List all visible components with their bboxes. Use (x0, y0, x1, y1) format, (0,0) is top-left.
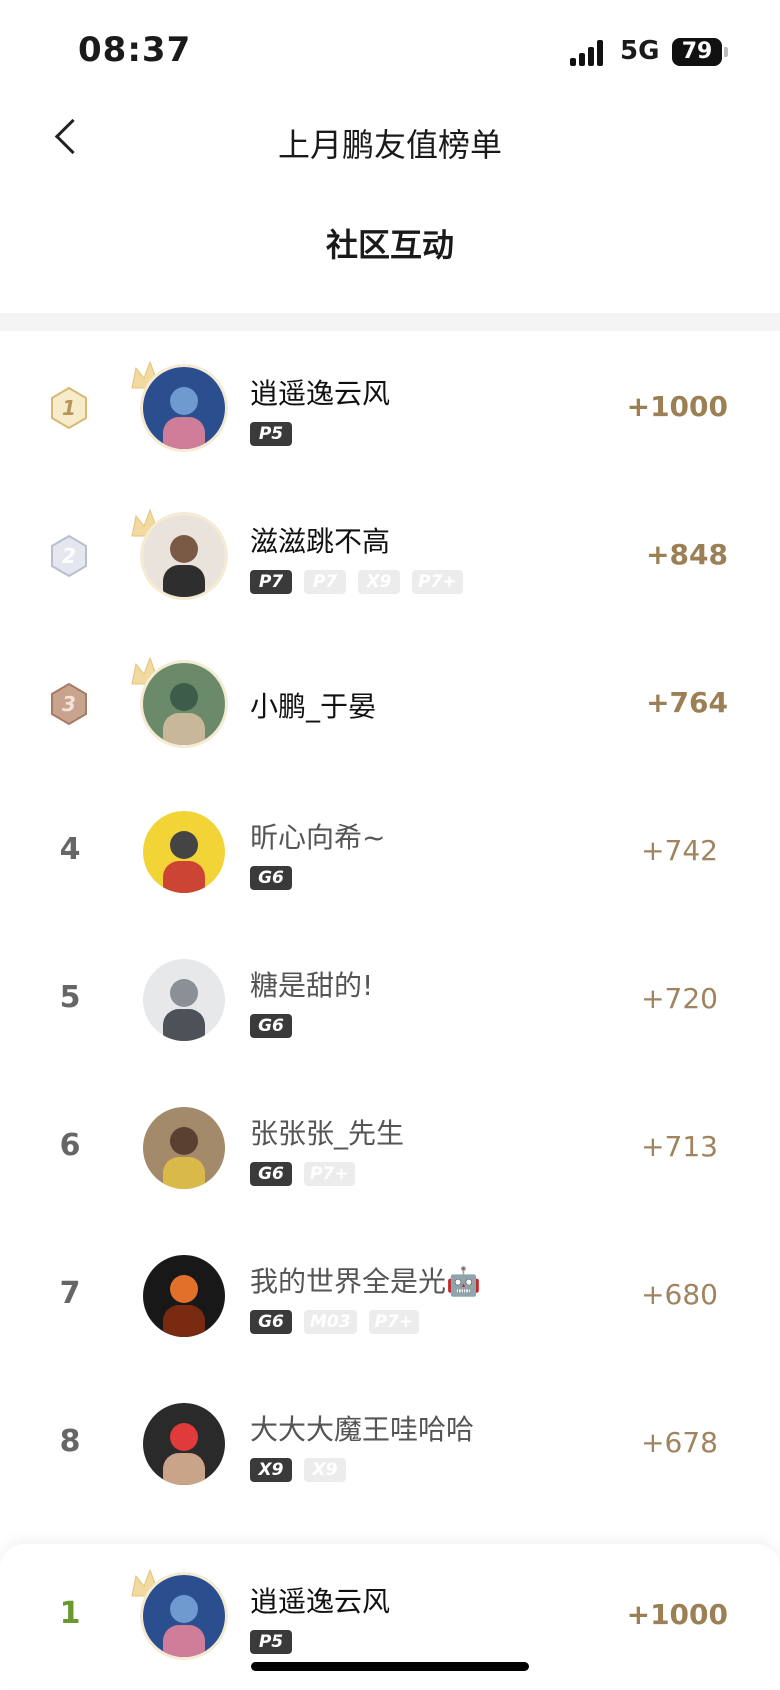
score-value: +713 (641, 1130, 718, 1163)
car-model-tag: P7 (304, 570, 346, 594)
rank-row[interactable]: 7 我的世界全是光🤖 G6 M03 P7+ +680 (0, 1222, 780, 1370)
car-model-tag: X9 (304, 1458, 346, 1482)
avatar[interactable] (143, 811, 225, 893)
user-name[interactable]: 小鹏_于晏 (250, 685, 376, 725)
rank-number: 4 (59, 832, 81, 867)
rank-number: 3 (62, 692, 76, 716)
car-model-tag: G6 (250, 1310, 292, 1334)
rank-number: 2 (62, 544, 76, 568)
page-title: 上月鹏友值榜单 (277, 126, 502, 164)
rank-row[interactable]: 3 小鹏_于晏 +764 (0, 630, 780, 778)
car-model-tag: P7 (250, 570, 292, 594)
avatar[interactable] (143, 367, 225, 449)
rank-medal-icon: 1 (50, 386, 88, 430)
user-name[interactable]: 大大大魔王哇哈哈 (250, 1408, 474, 1448)
network-type: 5G (620, 36, 660, 66)
rank-medal-icon: 3 (50, 682, 88, 726)
car-model-tags: P7 P7 X9 P7+ (250, 570, 475, 596)
rank-row[interactable]: 8 大大大魔王哇哈哈 X9 X9 +678 (0, 1370, 780, 1518)
car-model-tag: P5 (250, 422, 292, 446)
avatar[interactable] (143, 663, 225, 745)
car-model-tag: G6 (250, 1014, 292, 1038)
rank-row[interactable]: 5 糖是甜的! G6 +720 (0, 926, 780, 1074)
car-model-tag: X9 (358, 570, 400, 594)
rank-medal-icon: 2 (50, 534, 88, 578)
user-name[interactable]: 昕心向希~ (250, 816, 385, 856)
score-value: +680 (641, 1278, 718, 1311)
status-bar: 08:37 5G 79 (0, 0, 780, 100)
rank-number: 1 (62, 396, 76, 420)
car-model-tags: X9 X9 (250, 1458, 358, 1484)
car-model-tag: M03 (304, 1310, 357, 1334)
rank-number: 6 (59, 1128, 81, 1163)
battery-icon: 79 (672, 38, 728, 66)
tab-community-interaction[interactable]: 社区互动 (0, 220, 780, 266)
car-model-tags: P5 (250, 1630, 304, 1656)
signal-icon (570, 40, 610, 66)
score-value: +764 (646, 686, 728, 719)
car-model-tags: G6 (250, 1014, 304, 1040)
rank-row[interactable]: 6 张张张_先生 G6 P7+ +713 (0, 1074, 780, 1222)
score-value: +1000 (626, 390, 728, 423)
rank-row[interactable]: 4 昕心向希~ G6 +742 (0, 778, 780, 926)
user-name[interactable]: 逍遥逸云风 (250, 1580, 390, 1620)
car-model-tags: G6 (250, 866, 304, 892)
rank-row[interactable]: 1 逍遥逸云风 P5 +1000 (0, 334, 780, 482)
car-model-tag: G6 (250, 1162, 292, 1186)
score-value: +720 (641, 982, 718, 1015)
user-name[interactable]: 张张张_先生 (250, 1112, 404, 1152)
user-name[interactable]: 糖是甜的! (250, 964, 373, 1004)
car-model-tag: P5 (250, 1630, 292, 1654)
car-model-tag: P7+ (412, 570, 463, 594)
car-model-tags: P5 (250, 422, 304, 448)
home-indicator (251, 1662, 529, 1671)
score-value: +1000 (626, 1598, 728, 1631)
section-divider (0, 313, 780, 331)
avatar[interactable] (143, 1255, 225, 1337)
car-model-tag: G6 (250, 866, 292, 890)
avatar[interactable] (143, 1107, 225, 1189)
avatar[interactable] (143, 515, 225, 597)
avatar[interactable] (143, 1403, 225, 1485)
car-model-tag: X9 (250, 1458, 292, 1482)
car-model-tags: G6 P7+ (250, 1162, 367, 1188)
rank-number: 7 (59, 1276, 81, 1311)
car-model-tags: G6 M03 P7+ (250, 1310, 431, 1336)
car-model-tag: P7+ (304, 1162, 355, 1186)
rank-row[interactable]: 2 滋滋跳不高 P7 P7 X9 P7+ +848 (0, 482, 780, 630)
score-value: +742 (641, 834, 718, 867)
user-name[interactable]: 滋滋跳不高 (250, 520, 390, 560)
car-model-tag: P7+ (368, 1310, 420, 1334)
score-value: +848 (646, 538, 728, 571)
rank-number: 5 (59, 980, 81, 1015)
rank-number: 8 (59, 1424, 81, 1459)
status-time: 08:37 (78, 30, 192, 70)
avatar[interactable] (143, 959, 225, 1041)
user-name[interactable]: 逍遥逸云风 (250, 372, 390, 412)
user-name[interactable]: 我的世界全是光🤖 (250, 1260, 481, 1300)
rank-number: 1 (59, 1596, 81, 1631)
score-value: +678 (641, 1426, 718, 1459)
avatar[interactable] (143, 1575, 225, 1657)
